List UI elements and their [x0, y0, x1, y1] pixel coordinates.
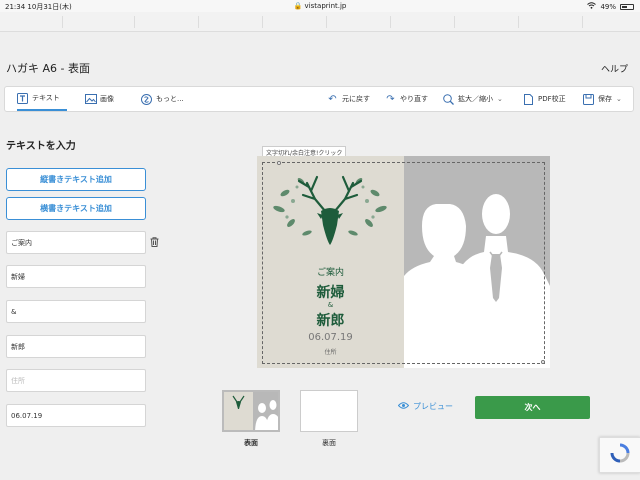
zoom-label: 拡大／縮小 [458, 95, 493, 103]
recaptcha-badge[interactable] [599, 437, 640, 473]
redo-icon: ↷ [386, 93, 395, 105]
safe-area-guide [262, 162, 545, 364]
preview-label: プレビュー [413, 402, 453, 411]
deer-icon [232, 395, 245, 409]
text-field-groom[interactable]: 新郎 [6, 335, 146, 358]
page-header: ハガキ A6 - 表面 ヘルプ [0, 32, 640, 84]
help-link[interactable]: ヘルプ [601, 62, 628, 75]
text-field-ampersand[interactable]: & [6, 300, 146, 323]
redo-label: やり直す [400, 95, 428, 103]
document-icon [523, 93, 534, 105]
add-horizontal-text-button[interactable]: 横書きテキスト追加 [6, 197, 146, 220]
save-icon [583, 93, 594, 105]
resize-handle[interactable] [277, 161, 281, 165]
status-right: 49% [587, 2, 634, 11]
wifi-icon [587, 2, 597, 11]
thumbnail-back-label: 裏面 [322, 439, 336, 447]
tab-image-label: 画像 [100, 95, 114, 103]
pdf-proof-label: PDF校正 [538, 95, 566, 103]
thumbnail-front-photo [253, 392, 278, 430]
preview-link[interactable]: プレビュー [397, 401, 453, 412]
zoom-icon [443, 93, 454, 105]
chevron-down-icon: ⌄ [497, 95, 503, 103]
editor-toolbar: テキスト 画像 もっと... ↶ 元に戻す ↷ やり直す 拡大／縮小 ⌄ PDF… [4, 86, 634, 112]
page-title: ハガキ A6 - 表面 [6, 62, 90, 75]
tab-more[interactable]: もっと... [141, 87, 184, 111]
eye-icon [397, 402, 410, 411]
postcard-canvas[interactable]: ご案内 新婦 & 新郎 06.07.19 住所 [257, 156, 550, 368]
browser-tab-strip[interactable] [0, 12, 640, 32]
text-tool-icon [17, 92, 28, 104]
save-label: 保存 [598, 95, 612, 103]
image-icon [85, 93, 97, 105]
pdf-proof-button[interactable]: PDF校正 [523, 87, 566, 111]
text-field-date[interactable]: 06.07.19 [6, 404, 146, 427]
undo-label: 元に戻す [342, 95, 370, 103]
battery-icon [620, 3, 634, 10]
panel-heading: テキストを入力 [6, 141, 76, 152]
battery-percent: 49% [600, 2, 616, 11]
ios-status-bar: 21:34 10月31日(木) 🔒 vistaprint.jp 49% [0, 0, 640, 12]
next-button[interactable]: 次へ [475, 396, 590, 419]
undo-button[interactable]: ↶ 元に戻す [327, 87, 370, 111]
address-bar[interactable]: 🔒 vistaprint.jp [0, 2, 640, 10]
recaptcha-icon [610, 443, 630, 463]
zoom-button[interactable]: 拡大／縮小 ⌄ [443, 87, 503, 111]
save-button[interactable]: 保存 ⌄ [583, 87, 622, 111]
undo-icon: ↶ [328, 93, 337, 105]
tab-text-label: テキスト [32, 94, 60, 102]
tab-more-label: もっと... [156, 95, 184, 103]
add-vertical-text-button[interactable]: 縦書きテキスト追加 [6, 168, 146, 191]
redo-button[interactable]: ↷ やり直す [385, 87, 428, 111]
thumbnail-back[interactable] [300, 390, 358, 432]
couple-silhouette-icon [255, 400, 278, 430]
more-icon [141, 93, 152, 105]
tab-text[interactable]: テキスト [17, 87, 67, 111]
tab-image[interactable]: 画像 [85, 87, 114, 111]
thumbnail-front[interactable] [222, 390, 280, 432]
resize-handle[interactable] [541, 360, 545, 364]
thumbnail-front-design [224, 392, 253, 430]
chevron-down-icon: ⌄ [616, 95, 622, 103]
thumbnail-front-label: 表面 [244, 439, 258, 447]
text-field-greeting[interactable]: ご案内 [6, 231, 146, 254]
text-field-address[interactable]: 住所 [6, 369, 146, 392]
text-field-bride[interactable]: 新婦 [6, 265, 146, 288]
trash-icon[interactable] [150, 237, 159, 250]
